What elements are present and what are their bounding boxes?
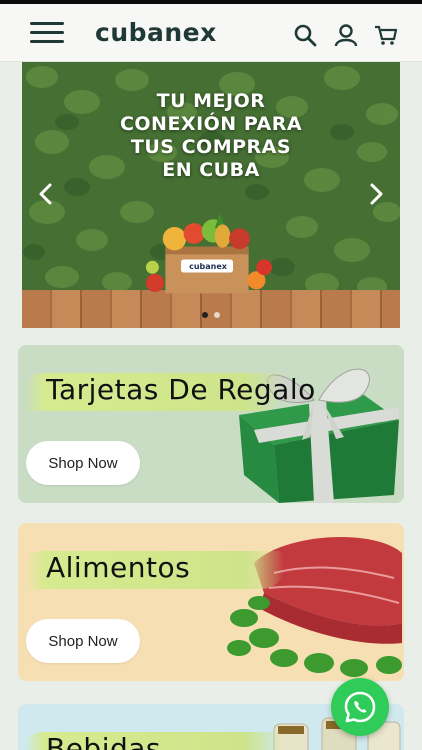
search-icon[interactable] xyxy=(292,22,318,48)
category-card-food[interactable]: Alimentos Shop Now xyxy=(18,523,404,681)
hero-carousel[interactable]: cubanex TU MEJOR CONEXIÓN PARA TUS COMPR… xyxy=(22,62,400,328)
cart-icon[interactable] xyxy=(373,22,399,48)
whatsapp-icon xyxy=(344,691,376,723)
meat-image xyxy=(227,536,402,677)
shop-now-button[interactable]: Shop Now xyxy=(26,619,140,663)
carousel-prev-icon[interactable] xyxy=(36,182,56,206)
carousel-dots xyxy=(22,312,400,318)
hero-title: TU MEJOR CONEXIÓN PARA TUS COMPRAS EN CU… xyxy=(22,90,400,182)
carousel-dot[interactable] xyxy=(202,312,208,318)
shop-now-button[interactable]: Shop Now xyxy=(26,441,140,485)
carousel-next-icon[interactable] xyxy=(366,182,386,206)
category-title: Tarjetas De Regalo xyxy=(46,373,316,406)
hero-title-line: TU MEJOR xyxy=(156,90,266,112)
app-header: cubanex xyxy=(0,4,422,62)
menu-icon[interactable] xyxy=(30,22,64,44)
whatsapp-chat-button[interactable] xyxy=(331,678,389,736)
produce-box-image xyxy=(145,212,272,294)
hero-title-line: EN CUBA xyxy=(162,159,260,181)
brand-logo[interactable]: cubanex xyxy=(95,18,217,47)
category-card-gift-cards[interactable]: Tarjetas De Regalo Shop Now xyxy=(18,345,404,503)
category-title: Alimentos xyxy=(46,551,191,584)
carousel-dot[interactable] xyxy=(214,312,220,318)
box-brand-label: cubanex xyxy=(189,262,227,271)
gift-box-image xyxy=(239,368,399,503)
hero-title-line: CONEXIÓN PARA xyxy=(119,113,303,135)
user-icon[interactable] xyxy=(333,22,359,48)
hero-title-line: TUS COMPRAS xyxy=(130,136,292,158)
category-title: Bebidas xyxy=(46,732,162,750)
